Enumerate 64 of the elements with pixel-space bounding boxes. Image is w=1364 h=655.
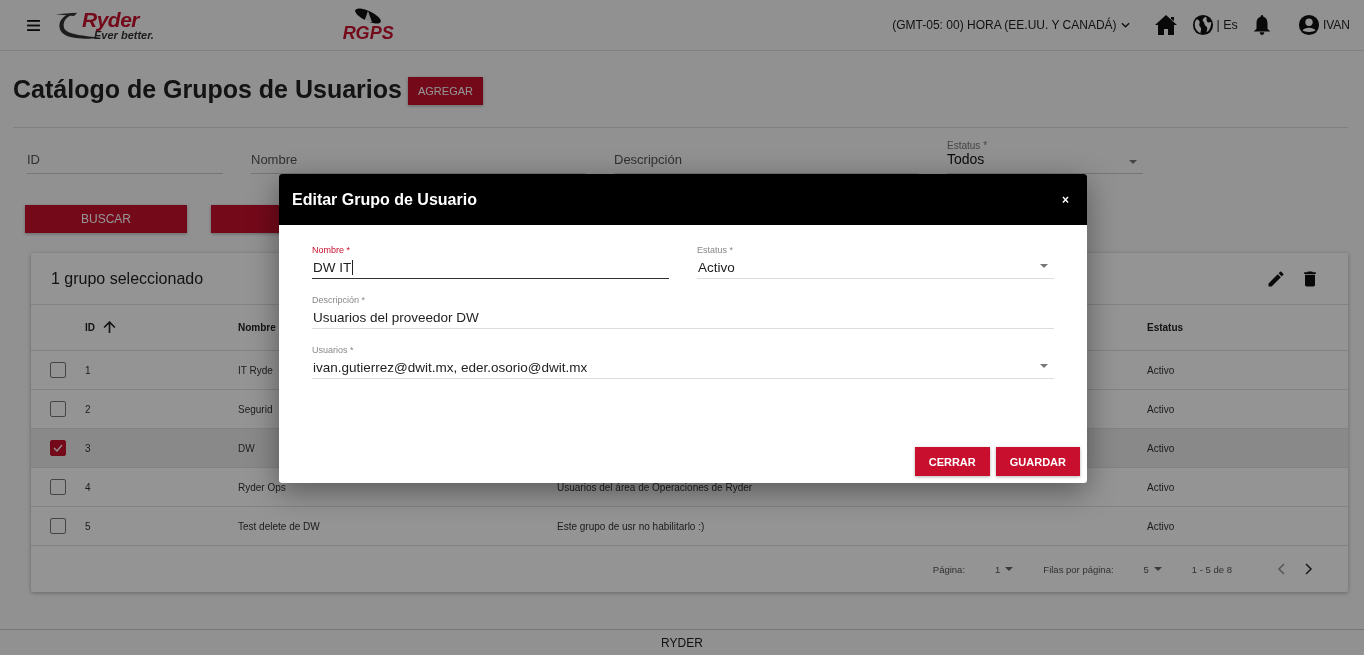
table-row[interactable]: 5 Test delete de DW Este grupo de usr no habilitarlo :) Activo	[31, 507, 1348, 546]
close-button[interactable]: ×	[1062, 192, 1069, 207]
rows-per-page-select[interactable]: 5	[1143, 563, 1162, 575]
column-header[interactable]: ID	[85, 321, 116, 334]
row-checkbox[interactable]	[50, 479, 66, 495]
sort-arrow-icon	[103, 321, 116, 334]
table-cell: Este grupo de usr no habilitarlo :)	[557, 520, 705, 532]
caret-icon	[1129, 160, 1137, 164]
add-button[interactable]: AGREGAR	[407, 77, 483, 105]
account-icon	[1297, 14, 1320, 36]
menu-icon[interactable]	[27, 19, 40, 31]
table-cell: Activo	[1147, 403, 1175, 415]
row-checkbox[interactable]	[50, 518, 66, 534]
row-checkbox[interactable]	[50, 401, 66, 417]
caret-icon	[1040, 264, 1048, 268]
close-dialog-button[interactable]: CERRAR	[914, 447, 990, 476]
edit-icon[interactable]	[1266, 268, 1286, 289]
caret-icon	[1040, 364, 1048, 368]
select-field[interactable]: Estatus * Activo	[697, 245, 1054, 279]
next-page-icon[interactable]	[1305, 563, 1313, 575]
column-header[interactable]: Estatus	[1147, 322, 1184, 333]
filter-field[interactable]: ID	[27, 148, 223, 174]
input-field[interactable]: Nombre * DW IT	[312, 245, 669, 279]
footer-text: RYDER	[661, 635, 703, 650]
globe-icon[interactable]	[1191, 14, 1214, 36]
table-cell: Activo	[1147, 364, 1175, 376]
timezone-dropdown[interactable]: (GMT-05: 00) HORA (EE.UU. Y CANADÁ)	[892, 18, 1130, 32]
table-cell: IT Ryde	[238, 364, 273, 376]
app-logo: RGPS	[342, 8, 394, 42]
input-field[interactable]: Descripción * Usuarios del proveedor DW	[312, 295, 1054, 329]
caret-icon	[1153, 567, 1162, 571]
dialog-title: Editar Grupo de Usuario	[292, 190, 478, 209]
select-field[interactable]: Usuarios * ivan.gutierrez@dwit.mx, eder.osorio@dwit.mx	[312, 345, 1054, 379]
table-cell: 1	[85, 364, 91, 376]
table-cell: Usuarios del área de Operaciones de Ryder	[557, 481, 753, 493]
user-menu[interactable]: IVAN	[1297, 14, 1350, 36]
chevron-down-icon	[1120, 22, 1130, 28]
language-link[interactable]: | Es	[1216, 18, 1238, 32]
row-checkbox[interactable]	[50, 440, 66, 456]
selection-title: 1 grupo seleccionado	[51, 269, 205, 288]
table-cell: Activo	[1147, 520, 1175, 532]
search-button[interactable]: BUSCAR	[25, 205, 187, 233]
table-cell: 5	[85, 520, 91, 532]
brand-logo[interactable]: Ryder Ever better.	[54, 5, 174, 45]
table-cell: Activo	[1147, 481, 1175, 493]
page-range: 1 - 5 de 8	[1191, 563, 1232, 575]
row-checkbox[interactable]	[50, 362, 66, 378]
table-cell: 3	[85, 442, 91, 454]
table-cell: DW	[238, 442, 255, 454]
page-label: Página:	[932, 563, 966, 575]
check-icon	[52, 442, 64, 454]
table-cell: 4	[85, 481, 91, 493]
table-cell: 2	[85, 403, 91, 415]
caret-icon	[1005, 567, 1014, 571]
column-header[interactable]: Nombre	[238, 322, 276, 333]
save-button[interactable]: GUARDAR	[995, 447, 1080, 476]
rows-per-page-label: Filas por página:	[1043, 563, 1114, 575]
table-cell: Segurid	[238, 403, 273, 415]
page-title: Catálogo de Grupos de Usuarios	[13, 74, 402, 104]
table-cell: Ryder Ops	[238, 481, 286, 493]
home-icon[interactable]	[1153, 14, 1178, 36]
page-select[interactable]: 1	[995, 563, 1014, 575]
table-cell: Test delete de DW	[238, 520, 320, 532]
table-cell: Activo	[1147, 442, 1175, 454]
